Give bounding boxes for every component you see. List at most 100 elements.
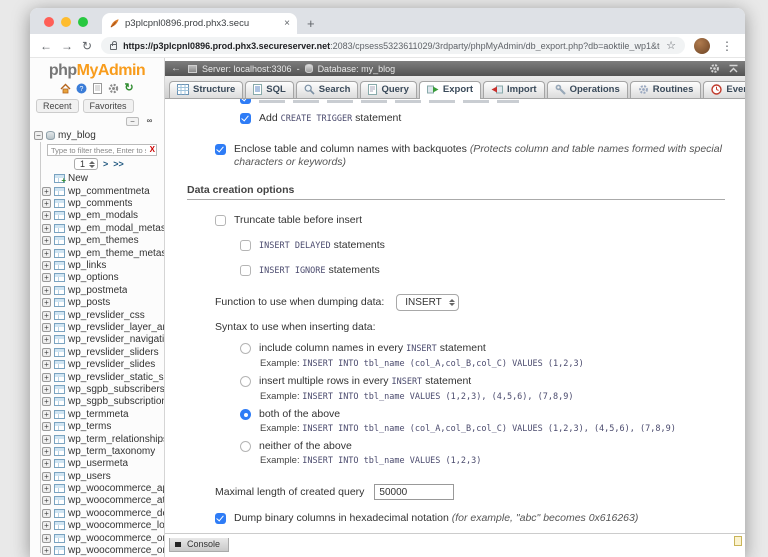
checkbox[interactable]: [215, 513, 226, 524]
tab-query[interactable]: Query: [360, 81, 416, 98]
checkbox[interactable]: [215, 144, 226, 155]
expand-icon[interactable]: [42, 447, 51, 456]
expand-icon[interactable]: [42, 323, 51, 332]
collapse-panel-icon[interactable]: [728, 64, 739, 73]
tab-import[interactable]: Import: [483, 81, 545, 98]
clear-filter-icon[interactable]: X: [150, 145, 155, 154]
tab-operations[interactable]: Operations: [547, 81, 628, 98]
expand-icon[interactable]: [42, 546, 51, 555]
table-row[interactable]: wp_revslider_navigations: [30, 334, 164, 346]
expand-icon[interactable]: [42, 459, 51, 468]
expand-icon[interactable]: [42, 360, 51, 369]
expand-icon[interactable]: [42, 435, 51, 444]
tab-structure[interactable]: Structure: [169, 81, 243, 98]
checkbox[interactable]: [215, 215, 226, 226]
table-row[interactable]: wp_woocommerce_api_keys: [30, 482, 164, 494]
table-row[interactable]: wp_users: [30, 470, 164, 482]
help-icon[interactable]: ?: [76, 83, 87, 94]
expand-icon[interactable]: [42, 397, 51, 406]
expand-icon[interactable]: [42, 373, 51, 382]
expand-icon[interactable]: [42, 410, 51, 419]
table-row[interactable]: wp_posts: [30, 297, 164, 309]
radio[interactable]: [240, 376, 251, 387]
url-bar[interactable]: https://p3plcpnl0896.prod.phx3.secureser…: [101, 37, 685, 54]
expand-icon[interactable]: [42, 224, 51, 233]
expand-icon[interactable]: [42, 199, 51, 208]
expand-icon[interactable]: [42, 298, 51, 307]
table-row[interactable]: wp_woocommerce_log: [30, 520, 164, 532]
checkbox[interactable]: [240, 265, 251, 276]
browser-menu-icon[interactable]: ⋮: [719, 39, 735, 53]
table-row[interactable]: wp_usermeta: [30, 458, 164, 470]
table-row[interactable]: wp_term_taxonomy: [30, 445, 164, 457]
back-icon[interactable]: ←: [40, 39, 52, 53]
reload-icon[interactable]: ↻: [82, 39, 92, 53]
checkbox[interactable]: [240, 99, 251, 104]
expand-icon[interactable]: [42, 261, 51, 270]
table-row[interactable]: wp_em_modal_metas: [30, 222, 164, 234]
table-row[interactable]: wp_postmeta: [30, 284, 164, 296]
table-row[interactable]: wp_woocommerce_attribute_: [30, 495, 164, 507]
close-window-button[interactable]: [44, 17, 54, 27]
server-breadcrumb[interactable]: Server: localhost:3306: [202, 64, 292, 74]
max-length-input[interactable]: [374, 484, 454, 500]
expand-icon[interactable]: [42, 521, 51, 530]
checkbox[interactable]: [240, 113, 251, 124]
expand-icon[interactable]: [42, 249, 51, 258]
table-row[interactable]: wp_em_modals: [30, 210, 164, 222]
table-row[interactable]: wp_em_theme_metas: [30, 247, 164, 259]
favorites-button[interactable]: Favorites: [83, 99, 134, 113]
expand-icon[interactable]: [42, 273, 51, 282]
table-row[interactable]: wp_term_relationships: [30, 433, 164, 445]
nav-back-icon[interactable]: ←: [171, 63, 181, 74]
table-row[interactable]: wp_revslider_static_slides: [30, 371, 164, 383]
table-row[interactable]: wp_woocommerce_order_iter: [30, 532, 164, 544]
tab-close-icon[interactable]: ×: [284, 18, 290, 29]
next-page-link[interactable]: >: [103, 159, 108, 169]
table-row[interactable]: wp_woocommerce_order_iter: [30, 544, 164, 556]
radio[interactable]: [240, 343, 251, 354]
table-row[interactable]: wp_options: [30, 272, 164, 284]
bookmark-star-icon[interactable]: ☆: [666, 39, 676, 52]
expand-icon[interactable]: [42, 236, 51, 245]
recent-button[interactable]: Recent: [36, 99, 79, 113]
minimize-window-button[interactable]: [61, 17, 71, 27]
zoom-window-button[interactable]: [78, 17, 88, 27]
table-row[interactable]: wp_woocommerce_download: [30, 507, 164, 519]
radio[interactable]: [240, 409, 251, 420]
forward-icon[interactable]: →: [61, 39, 73, 53]
tab-sql[interactable]: SQL: [245, 81, 294, 98]
refresh-icon[interactable]: ↻: [124, 83, 135, 94]
expand-icon[interactable]: [42, 509, 51, 518]
table-row[interactable]: wp_revslider_css: [30, 309, 164, 321]
new-table-item[interactable]: New: [30, 172, 164, 185]
expand-icon[interactable]: [42, 187, 51, 196]
database-breadcrumb[interactable]: Database: my_blog: [318, 64, 396, 74]
tab-routines[interactable]: Routines: [630, 81, 702, 98]
table-row[interactable]: wp_revslider_layer_animation: [30, 321, 164, 333]
filter-input[interactable]: [47, 144, 157, 156]
last-page-link[interactable]: >>: [113, 159, 124, 169]
settings-gear-icon[interactable]: [108, 83, 119, 94]
table-row[interactable]: wp_terms: [30, 420, 164, 432]
expand-icon[interactable]: [42, 311, 51, 320]
expand-icon[interactable]: [42, 534, 51, 543]
page-corner-icon[interactable]: [734, 536, 742, 546]
new-tab-button[interactable]: +: [297, 16, 327, 34]
expand-icon[interactable]: [42, 484, 51, 493]
browser-tab[interactable]: p3plcpnl0896.prod.phx3.secu ×: [102, 13, 297, 34]
table-row[interactable]: wp_commentmeta: [30, 185, 164, 197]
table-row[interactable]: wp_comments: [30, 197, 164, 209]
page-select[interactable]: 1: [74, 158, 98, 170]
table-row[interactable]: wp_em_themes: [30, 235, 164, 247]
table-row[interactable]: wp_sgpb_subscription_error_: [30, 396, 164, 408]
table-row[interactable]: wp_revslider_slides: [30, 358, 164, 370]
console-toggle[interactable]: Console: [169, 538, 229, 552]
page-settings-gear-icon[interactable]: [709, 63, 720, 74]
expand-icon[interactable]: [42, 211, 51, 220]
expand-icon[interactable]: [42, 385, 51, 394]
checkbox[interactable]: [240, 240, 251, 251]
table-row[interactable]: wp_sgpb_subscribers: [30, 383, 164, 395]
expand-icon[interactable]: [42, 286, 51, 295]
tab-search[interactable]: Search: [296, 81, 359, 98]
